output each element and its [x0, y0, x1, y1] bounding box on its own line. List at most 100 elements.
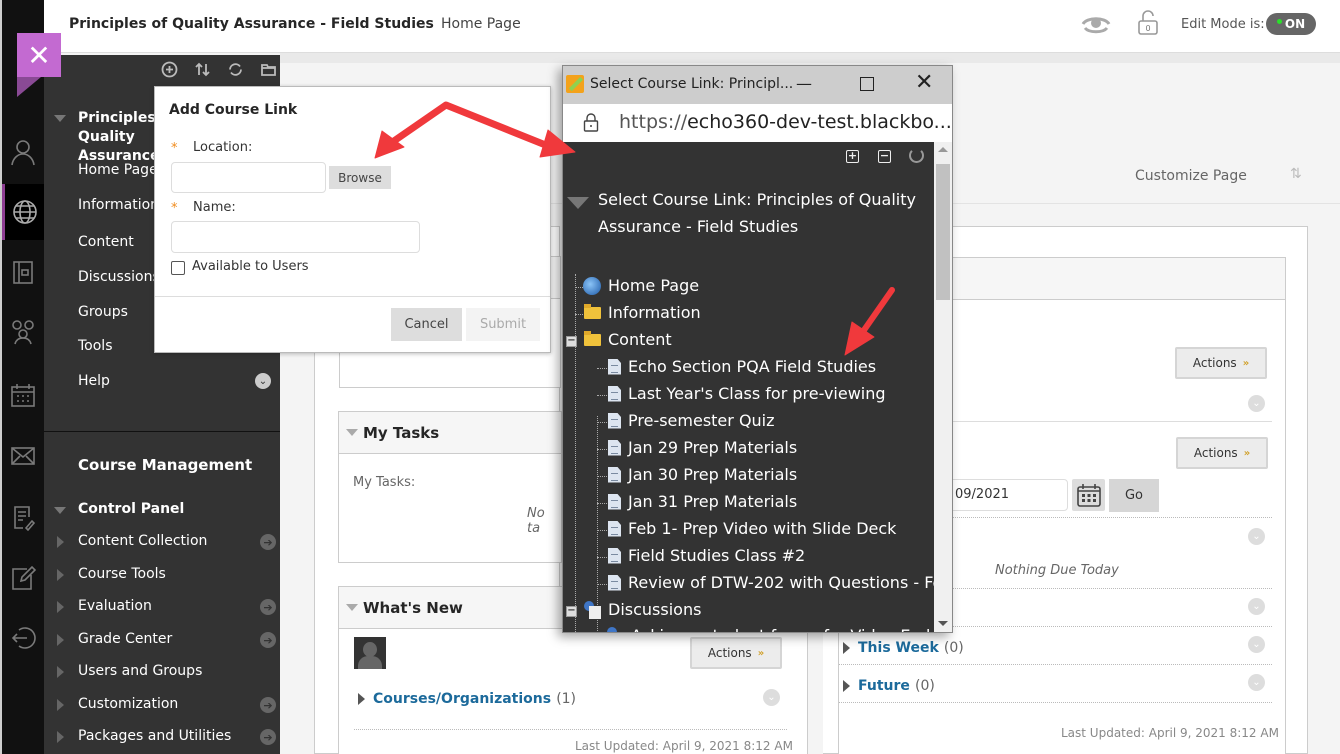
- tree-node-home-page[interactable]: Home Page: [583, 276, 699, 295]
- tree-node-content-item[interactable]: Review of DTW-202 with Questions - Feb 2: [608, 573, 934, 592]
- module-actions-button-1[interactable]: Actions »: [1175, 347, 1267, 379]
- cp-evaluation[interactable]: Evaluation: [78, 598, 152, 614]
- go-arrow-icon[interactable]: ➔: [260, 697, 276, 713]
- tree-node-content[interactable]: Content: [584, 330, 672, 349]
- cancel-button[interactable]: Cancel: [391, 308, 462, 341]
- refresh-button[interactable]: [227, 61, 244, 78]
- future-link[interactable]: Future: [858, 678, 910, 694]
- browse-button[interactable]: Browse: [329, 166, 391, 189]
- customize-page-link[interactable]: Customize Page: [1135, 168, 1247, 184]
- cp-grade-center[interactable]: Grade Center: [78, 631, 172, 647]
- name-input[interactable]: [171, 221, 420, 253]
- cp-packages-and-utilities[interactable]: Packages and Utilities: [78, 728, 231, 744]
- module-actions-button-2[interactable]: Actions »: [1176, 437, 1268, 469]
- student-preview-button[interactable]: [1081, 12, 1111, 40]
- my-tasks-header[interactable]: My Tasks: [339, 412, 561, 454]
- window-titlebar[interactable]: Select Course Link: Principl... — ✕: [563, 66, 952, 104]
- rail-messages[interactable]: [2, 428, 44, 484]
- course-link-tree: + − Select Course Link: Principles of Qu…: [563, 142, 934, 632]
- courses-organizations-row[interactable]: Courses/Organizations (1): [358, 688, 576, 707]
- this-week-link[interactable]: This Week: [858, 640, 939, 656]
- maximize-button[interactable]: [860, 77, 874, 91]
- tree-node-discussions[interactable]: Discussions: [584, 600, 701, 619]
- chevron-down-icon[interactable]: ⌄: [1248, 636, 1265, 653]
- menu-item-content[interactable]: Content: [78, 234, 134, 250]
- location-input[interactable]: [171, 162, 326, 193]
- tree-node-content-item[interactable]: Jan 29 Prep Materials: [608, 438, 797, 457]
- menu-item-groups[interactable]: Groups: [78, 304, 128, 320]
- menu-item-discussions[interactable]: Discussions: [78, 269, 160, 285]
- help-options-chevron-icon[interactable]: ⌄: [255, 373, 271, 389]
- chevron-down-icon[interactable]: ⌄: [1248, 674, 1265, 691]
- tree-node-content-item[interactable]: Last Year's Class for pre-viewing: [608, 384, 886, 403]
- tree-root-label: Select Course Link: Principles of Qualit…: [598, 190, 916, 236]
- rail-courses[interactable]: [2, 244, 44, 300]
- expand-all-icon[interactable]: +: [846, 150, 859, 163]
- available-to-users-checkbox[interactable]: [171, 261, 185, 275]
- tree-node-content-item[interactable]: Pre-semester Quiz: [608, 411, 775, 430]
- calendar-picker-button[interactable]: [1072, 479, 1105, 511]
- control-panel-title[interactable]: Control Panel: [78, 501, 184, 517]
- plus-circle-icon: [161, 61, 178, 78]
- tree-node-content-item[interactable]: Feb 1- Prep Video with Slide Deck: [608, 519, 896, 538]
- collapse-all-icon[interactable]: −: [878, 150, 891, 163]
- address-bar[interactable]: https://echo360-dev-test.blackbo...: [563, 104, 952, 142]
- cp-content-collection[interactable]: Content Collection: [78, 533, 207, 549]
- menu-item-information[interactable]: Information: [78, 197, 159, 213]
- menu-item-home-page[interactable]: Home Page: [78, 162, 158, 178]
- tree-node-discussion-child[interactable]: Asking a student forum for Video Embeddi…: [607, 626, 934, 632]
- course-title[interactable]: Principles of Quality Assurance - Field …: [69, 16, 434, 32]
- chevron-down-icon[interactable]: ⌄: [1248, 598, 1265, 615]
- go-arrow-icon[interactable]: ➔: [260, 632, 276, 648]
- cp-customization[interactable]: Customization: [78, 696, 178, 712]
- go-button[interactable]: Go: [1109, 479, 1159, 512]
- go-arrow-icon[interactable]: ➔: [260, 729, 276, 745]
- rail-sign-out[interactable]: [2, 610, 44, 666]
- lock-button[interactable]: 0: [1136, 10, 1160, 40]
- this-week-row[interactable]: This Week (0): [843, 637, 964, 656]
- go-arrow-icon[interactable]: ➔: [260, 599, 276, 615]
- reorder-modules-icon[interactable]: ⇅: [1290, 166, 1302, 182]
- cp-users-and-groups[interactable]: Users and Groups: [78, 663, 202, 679]
- menu-item-tools[interactable]: Tools: [78, 338, 113, 354]
- course-management-title: Course Management: [78, 456, 253, 474]
- collapse-node-icon[interactable]: −: [566, 336, 577, 347]
- rail-organizations[interactable]: [2, 304, 44, 360]
- refresh-icon[interactable]: [909, 148, 924, 163]
- cp-course-tools[interactable]: Course Tools: [78, 566, 166, 582]
- edit-mode-toggle[interactable]: ON: [1266, 13, 1316, 35]
- whats-new-actions-button[interactable]: Actions »: [690, 637, 782, 669]
- rail-calendar[interactable]: [2, 367, 44, 423]
- add-menu-item-button[interactable]: [161, 61, 178, 78]
- chevron-down-icon[interactable]: ⌄: [1248, 395, 1265, 412]
- folder-view-button[interactable]: [260, 61, 277, 78]
- tree-node-content-item[interactable]: Jan 30 Prep Materials: [608, 465, 797, 484]
- collapse-node-icon[interactable]: −: [566, 606, 577, 617]
- reorder-button[interactable]: [194, 61, 211, 78]
- tree-scrollbar[interactable]: [934, 142, 952, 632]
- rail-tools[interactable]: [2, 549, 44, 605]
- tree-node-content-item[interactable]: Field Studies Class #2: [608, 546, 805, 565]
- scroll-up-icon[interactable]: [938, 147, 948, 152]
- minimize-button[interactable]: —: [796, 74, 812, 93]
- close-menu-button[interactable]: ✕: [17, 33, 61, 77]
- menu-item-help[interactable]: Help: [78, 373, 110, 389]
- rail-grades[interactable]: [2, 489, 44, 545]
- student-preview-icon: [1081, 17, 1111, 34]
- available-to-users-label[interactable]: Available to Users: [192, 259, 309, 274]
- tree-node-content-item[interactable]: Jan 31 Prep Materials: [608, 492, 797, 511]
- future-row[interactable]: Future (0): [843, 675, 935, 694]
- tree-node-information[interactable]: Information: [584, 303, 701, 322]
- scroll-thumb[interactable]: [936, 164, 950, 300]
- close-window-button[interactable]: ✕: [915, 70, 933, 95]
- scroll-down-icon[interactable]: [938, 621, 948, 626]
- chevron-down-icon[interactable]: ⌄: [763, 689, 780, 706]
- go-arrow-icon[interactable]: ➔: [260, 534, 276, 550]
- submit-button[interactable]: Submit: [466, 308, 540, 341]
- to-do-last-updated: Last Updated: April 9, 2021 8:12 AM: [1061, 726, 1279, 740]
- chevron-down-icon[interactable]: ⌄: [1248, 528, 1265, 545]
- courses-organizations-link[interactable]: Courses/Organizations: [373, 691, 551, 707]
- tree-node-content-item[interactable]: Echo Section PQA Field Studies: [608, 357, 876, 376]
- rail-institution[interactable]: [2, 184, 44, 240]
- rail-profile[interactable]: [2, 124, 44, 180]
